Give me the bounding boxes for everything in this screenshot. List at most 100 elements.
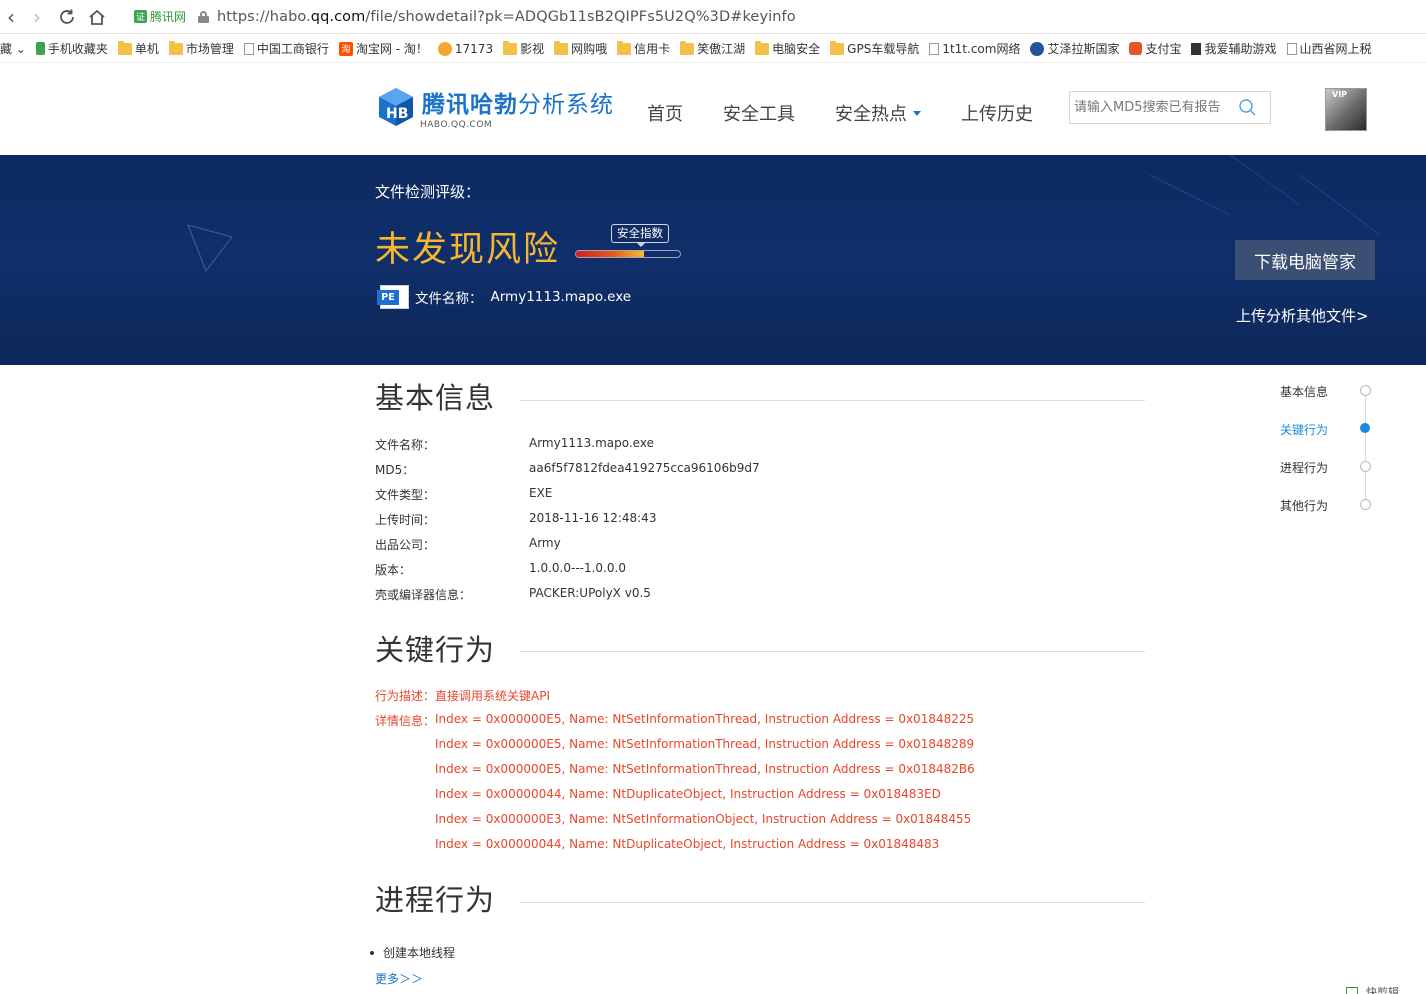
bookmark-item[interactable]: 中国工商银行 (243, 40, 329, 57)
bookmark-label: 支付宝 (1145, 42, 1182, 56)
bookmark-item[interactable]: GPS车载导航 (830, 40, 919, 57)
bookmark-item[interactable]: 单机 (117, 40, 159, 57)
bookmark-item[interactable]: 1t1t.com网络 (929, 40, 1020, 57)
index-dot[interactable] (1360, 499, 1371, 510)
url-text: https://habo.qq.com/file/showdetail?pk=A… (217, 8, 796, 25)
bookmark-label: 山西省网上税 (1299, 42, 1372, 56)
bookmark-item[interactable]: 手机收藏夹 (35, 40, 108, 57)
result-banner: 文件检测评级： 未发现风险 安全指数 PE 文件名称： Army1113.map… (0, 155, 1426, 365)
url-field[interactable]: 证腾讯网 https://habo.qq.com/file/showdetail… (134, 8, 796, 25)
bookmark-label: 中国工商银行 (256, 42, 329, 56)
chevron-down-icon (913, 110, 921, 116)
bookmark-item[interactable]: 支付宝 (1129, 40, 1181, 57)
index-process[interactable]: 进程行为 (1280, 459, 1328, 476)
bookmark-item[interactable]: 我爱辅助游戏 (1191, 40, 1277, 57)
rating-verdict: 未发现风险 (375, 230, 561, 270)
index-dot[interactable] (1360, 423, 1370, 433)
bookmark-item[interactable]: 17173 (437, 41, 494, 56)
bookmark-label: 市场管理 (185, 42, 234, 56)
nav-security-hot[interactable]: 安全热点 (835, 100, 921, 126)
forward-icon[interactable]: › (22, 2, 52, 32)
page-icon (929, 42, 940, 55)
bookmark-item[interactable]: 电脑安全 (755, 40, 820, 57)
info-value: aa6f5f7812fdea419275cca96106b9d7 (529, 461, 760, 475)
upload-other-file-link[interactable]: 上传分析其他文件> (1236, 305, 1369, 326)
logo-title: 腾讯哈勃分析系统 (422, 92, 614, 118)
info-key: 壳或编译器信息： (375, 588, 472, 602)
info-key: 文件类型： (375, 488, 436, 502)
detail-label: 详情信息： (375, 714, 436, 728)
index-basic[interactable]: 基本信息 (1280, 383, 1328, 400)
bookmark-item[interactable]: 山西省网上税 (1286, 40, 1372, 57)
more-link[interactable]: 更多＞＞ (375, 970, 423, 987)
svg-text:HB: HB (386, 106, 408, 122)
bookmark-item[interactable]: 艾泽拉斯国家 (1030, 40, 1119, 57)
azeroth-icon (1030, 41, 1045, 56)
habo-logo-icon: HB (379, 88, 413, 126)
api-call-detail: Index = 0x000000E5, Name: NtSetInformati… (435, 712, 975, 726)
info-key: 文件名称： (375, 438, 436, 452)
bookmark-label: 17173 (454, 41, 494, 56)
bookmark-label: 网购哦 (571, 42, 608, 56)
safety-gauge-fill (576, 251, 644, 257)
bookmark-item[interactable]: 信用卡 (617, 40, 670, 57)
nav-security-tools[interactable]: 安全工具 (723, 100, 795, 126)
nav-home[interactable]: 首页 (647, 100, 683, 126)
alipay-icon (1129, 42, 1143, 55)
info-row: 文件类型： EXE (375, 486, 552, 503)
bookmark-item[interactable]: 淘淘宝网 - 淘！ (338, 40, 428, 57)
download-pc-manager-button[interactable]: 下载电脑管家 (1235, 240, 1375, 280)
search-icon[interactable] (1239, 99, 1256, 116)
bookmark-label: 淘宝网 - 淘！ (355, 42, 428, 56)
bookmark-label: 信用卡 (634, 42, 671, 56)
bookmark-item[interactable]: 影视 (503, 40, 544, 57)
folder-icon (755, 40, 770, 55)
site-badge: 证腾讯网 (134, 10, 187, 24)
folder-icon (503, 40, 518, 55)
safety-index-tag: 安全指数 (611, 224, 669, 247)
site-header: HB 腾讯哈勃分析系统 HABO.QQ.COM 首页 安全工具 安全热点 上传历… (0, 64, 1426, 155)
bookmark-label: 单机 (134, 42, 159, 56)
bookmark-item[interactable]: 藏 ⌄ (0, 40, 26, 57)
reload-icon[interactable] (52, 2, 82, 32)
bookmark-item[interactable]: 市场管理 (168, 40, 234, 57)
bookmark-item[interactable]: 网购哦 (554, 40, 607, 57)
index-key[interactable]: 关键行为 (1280, 421, 1328, 438)
back-icon[interactable]: ‹ (0, 2, 22, 32)
search-box (1069, 91, 1271, 124)
info-row: MD5： aa6f5f7812fdea419275cca96106b9d7 (375, 461, 760, 478)
info-value: PACKER:UPolyX v0.5 (529, 586, 651, 600)
bookmark-label: 电脑安全 (772, 42, 821, 56)
folder-icon (617, 40, 632, 55)
section-divider (520, 902, 1145, 903)
home-icon[interactable] (82, 2, 112, 32)
phone-icon (35, 42, 45, 55)
info-value: 2018-11-16 12:48:43 (529, 511, 657, 525)
page-icon (1286, 42, 1297, 55)
clip-tool-hint[interactable]: 快剪辑 (1346, 984, 1399, 994)
bookmarks-bar: 藏 ⌄ 手机收藏夹 单机 市场管理 中国工商银行淘淘宝网 - 淘！ 17173 影视 网购哦 信… (0, 35, 1426, 63)
info-row: 壳或编译器信息： PACKER:UPolyX v0.5 (375, 586, 651, 603)
index-dot[interactable] (1360, 385, 1371, 396)
search-input[interactable] (1074, 100, 1234, 115)
nav-upload-history[interactable]: 上传历史 (961, 100, 1033, 126)
user-avatar[interactable]: VIP (1325, 88, 1367, 131)
info-value: Army1113.mapo.exe (529, 436, 654, 450)
bookmark-label: 影视 (520, 42, 545, 56)
taobao-icon: 淘 (338, 41, 353, 56)
info-key: 上传时间： (375, 513, 436, 527)
logo-subtitle: HABO.QQ.COM (420, 120, 493, 130)
browser-address-bar: ‹ › 证腾讯网 https://habo.qq.com/file/showde… (0, 0, 1426, 34)
section-title-key: 关键行为 (375, 633, 496, 667)
bookmark-item[interactable]: 笑傲江湖 (680, 40, 745, 57)
section-divider (520, 651, 1145, 652)
index-dot[interactable] (1360, 461, 1371, 472)
site-logo[interactable]: HB 腾讯哈勃分析系统 HABO.QQ.COM (376, 86, 614, 130)
file-name-label: 文件名称： (415, 291, 483, 307)
list-item: 创建本地线程 (370, 944, 455, 961)
file-name-line: PE 文件名称： Army1113.mapo.exe (377, 285, 631, 309)
api-call-detail: Index = 0x000000E5, Name: NtSetInformati… (435, 762, 975, 776)
index-other[interactable]: 其他行为 (1280, 497, 1328, 514)
folder-icon (168, 40, 183, 55)
api-call-detail: Index = 0x00000044, Name: NtDuplicateObj… (435, 837, 940, 851)
